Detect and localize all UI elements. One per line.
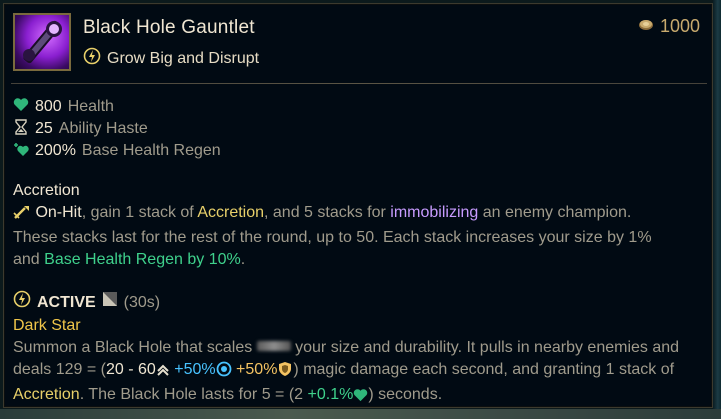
passive-text: , and 5 stacks for bbox=[264, 204, 391, 221]
stat-label: Health bbox=[67, 98, 114, 115]
passive-name: Accretion bbox=[13, 182, 80, 199]
accretion-keyword: Accretion bbox=[197, 204, 265, 221]
active-label: ACTIVE bbox=[37, 293, 96, 311]
redacted-text bbox=[256, 341, 291, 351]
stat-value: 800 bbox=[35, 98, 62, 115]
stats-list: 800 Health 25 Ability Haste 200% Base He… bbox=[13, 96, 221, 162]
passive-text: an enemy champion. bbox=[478, 204, 632, 221]
background-strip bbox=[0, 409, 721, 419]
level-up-icon bbox=[156, 362, 170, 384]
active-section: ACTIVE (30s) Dark Star Summon a Black Ho… bbox=[13, 290, 709, 409]
passive-text: and bbox=[13, 251, 45, 268]
lightning-icon bbox=[13, 290, 31, 315]
active-header: ACTIVE (30s) bbox=[13, 290, 709, 315]
scale-ratio: +0.1% bbox=[307, 386, 354, 403]
active-line-3: Accretion. The Black Hole lasts for 5 = … bbox=[13, 384, 709, 409]
stat-value: 25 bbox=[35, 120, 53, 137]
active-text: ) magic damage each second, and granting… bbox=[293, 361, 675, 378]
active-cooldown: (30s) bbox=[123, 293, 161, 311]
active-line-2: deals 129 = (20 - 60 +50% +50% ) magic d… bbox=[13, 359, 709, 384]
active-line-1: Summon a Black Hole that scales your siz… bbox=[13, 337, 709, 359]
active-text: Summon a Black Hole that scales bbox=[13, 339, 257, 356]
onhit-icon bbox=[13, 204, 31, 227]
passive-line-2: These stacks last for the rest of the ro… bbox=[13, 229, 652, 246]
hourglass-icon bbox=[13, 118, 29, 140]
stat-label: Ability Haste bbox=[58, 120, 148, 137]
ap-ratio: +50% bbox=[174, 361, 216, 378]
passive-text: . bbox=[240, 251, 246, 268]
passive-section: Accretion On-Hit, gain 1 stack of Accret… bbox=[13, 180, 709, 271]
heart-icon bbox=[13, 97, 29, 117]
item-name: Black Hole Gauntlet bbox=[83, 17, 255, 38]
item-cost-value: 1000 bbox=[659, 16, 700, 36]
active-text: your size and durability. It pulls in ne… bbox=[290, 339, 680, 356]
stat-health: 800 Health bbox=[13, 96, 221, 118]
armor-icon bbox=[277, 361, 293, 384]
item-subtitle-text: Grow Big and Disrupt bbox=[107, 49, 260, 67]
health-regen-icon bbox=[13, 141, 29, 162]
stat-ability-haste: 25 Ability Haste bbox=[13, 118, 221, 140]
background-edge bbox=[713, 0, 721, 419]
lightning-icon bbox=[83, 47, 101, 70]
active-text: . The Black Hole lasts for 5 = (2 bbox=[79, 386, 308, 403]
gold-coin-icon bbox=[638, 16, 654, 37]
active-name: Dark Star bbox=[13, 317, 81, 334]
stat-health-regen: 200% Base Health Regen bbox=[13, 140, 221, 162]
immobilizing-keyword: immobilizing bbox=[390, 204, 479, 221]
stat-label: Base Health Regen bbox=[81, 142, 221, 159]
item-cost: 1000 bbox=[638, 16, 700, 37]
stat-value: 200% bbox=[35, 142, 76, 159]
active-text: deals 129 = ( bbox=[13, 361, 106, 378]
bonus-ratio: +50% bbox=[236, 361, 278, 378]
active-text: ) seconds. bbox=[368, 386, 443, 403]
ability-power-icon bbox=[216, 361, 232, 384]
item-subtitle: Grow Big and Disrupt bbox=[83, 47, 259, 70]
onhit-label: On-Hit bbox=[35, 204, 82, 221]
cooldown-icon bbox=[102, 291, 118, 314]
divider bbox=[11, 83, 707, 84]
heart-icon bbox=[353, 387, 368, 409]
item-tooltip: Black Hole Gauntlet Grow Big and Disrupt… bbox=[3, 3, 713, 408]
regen-keyword: Base Health Regen by 10% bbox=[44, 251, 241, 268]
damage-range: 20 - 60 bbox=[105, 361, 156, 378]
item-icon bbox=[13, 13, 71, 71]
passive-line-3: and Base Health Regen by 10%. bbox=[13, 249, 709, 271]
accretion-keyword: Accretion bbox=[13, 386, 80, 403]
passive-text: , gain 1 stack of bbox=[81, 204, 198, 221]
passive-line-1: On-Hit, gain 1 stack of Accretion, and 5… bbox=[13, 202, 709, 227]
